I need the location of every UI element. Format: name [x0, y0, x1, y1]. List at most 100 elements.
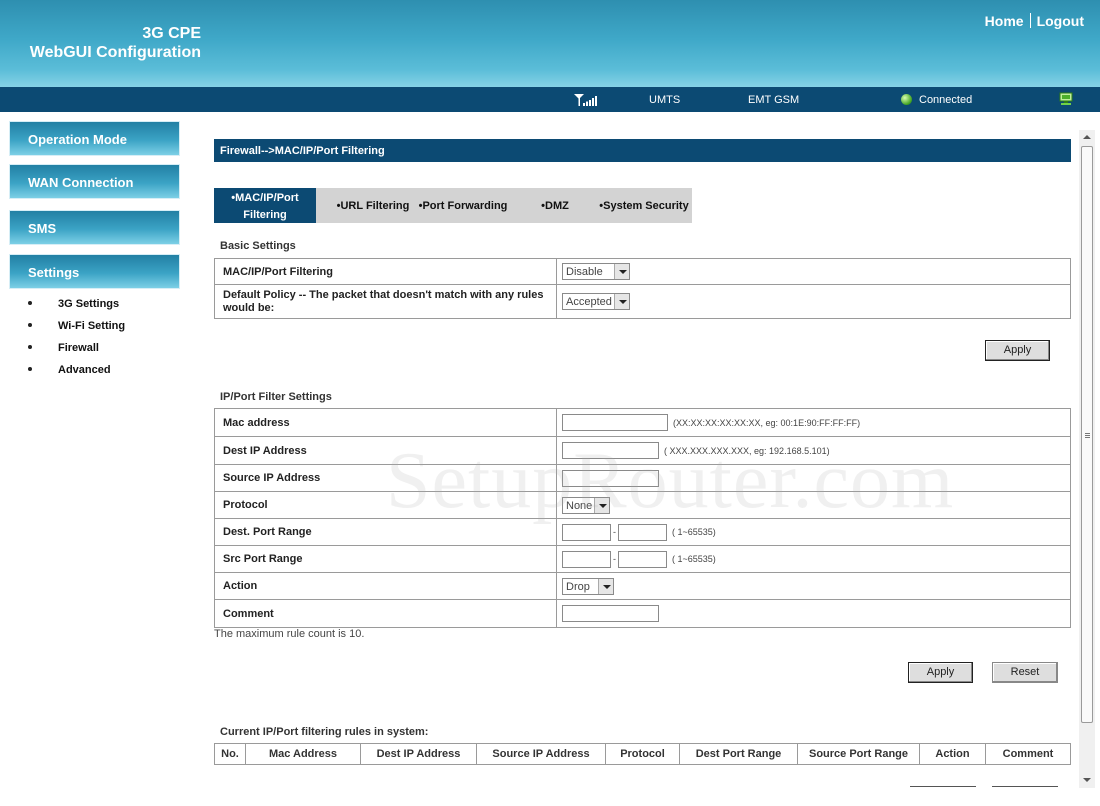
home-link[interactable]: Home: [985, 13, 1024, 29]
range-dash: -: [613, 554, 616, 564]
action-selected: Drop: [566, 580, 590, 593]
menu-sms[interactable]: SMS: [9, 210, 180, 245]
rules-table: No. Mac Address Dest IP Address Source I…: [214, 743, 1071, 765]
filter-reset-button[interactable]: Reset: [992, 662, 1058, 683]
protocol-select[interactable]: None: [562, 496, 610, 514]
form-value-cell: - ( 1~65535): [556, 545, 1071, 573]
tab-system-security[interactable]: •System Security: [598, 188, 690, 223]
action-label: Action: [214, 572, 557, 600]
dest-ip-label: Dest IP Address: [214, 436, 557, 465]
menu-wan-connection[interactable]: WAN Connection: [9, 164, 180, 199]
rules-table-title: Current IP/Port filtering rules in syste…: [220, 726, 429, 738]
filtering-select[interactable]: Disable: [562, 263, 630, 280]
form-row: Comment: [214, 599, 1071, 628]
column-header: Action: [919, 743, 986, 765]
tab-mac-ip-port-filtering[interactable]: •MAC/IP/Port Filtering: [214, 188, 316, 223]
form-row: Protocol None: [214, 491, 1071, 519]
default-policy-selected: Accepted: [566, 296, 612, 308]
submenu-label: Advanced: [58, 364, 111, 376]
filter-settings-title: IP/Port Filter Settings: [220, 391, 332, 403]
partial-button-edge: [910, 786, 976, 787]
logout-link[interactable]: Logout: [1037, 13, 1084, 29]
scroll-thumb[interactable]: [1081, 146, 1093, 723]
chevron-down-icon: [614, 264, 629, 279]
mac-address-hint: (XX:XX:XX:XX:XX:XX, eg: 00:1E:90:FF:FF:F…: [673, 417, 861, 428]
vertical-scrollbar[interactable]: [1079, 130, 1095, 788]
dest-port-to-input[interactable]: [618, 523, 667, 541]
source-ip-input[interactable]: [562, 469, 659, 487]
chevron-down-icon: [614, 294, 629, 309]
form-row: Dest IP Address ( XXX.XXX.XXX.XXX, eg: 1…: [214, 436, 1071, 465]
submenu-advanced[interactable]: Advanced: [28, 364, 125, 386]
mac-address-input[interactable]: [562, 414, 668, 431]
submenu-firewall[interactable]: Firewall: [28, 342, 125, 364]
default-policy-line1: Default Policy -- The packet that doesn'…: [223, 288, 544, 301]
src-port-hint: ( 1~65535): [672, 554, 716, 564]
grip-line: [1085, 437, 1090, 438]
operator-name: EMT GSM: [748, 94, 800, 106]
submenu-label: Wi-Fi Setting: [58, 320, 126, 332]
form-row: Source IP Address: [214, 464, 1071, 492]
brand-subtitle: WebGUI Configuration: [29, 44, 201, 61]
submenu-label: 3G Settings: [58, 298, 120, 310]
form-value-cell: [556, 464, 1071, 492]
tab-port-forwarding[interactable]: •Port Forwarding: [412, 188, 514, 223]
default-policy-select[interactable]: Accepted: [562, 293, 630, 310]
dest-ip-hint: ( XXX.XXX.XXX.XXX, eg: 192.168.5.101): [664, 445, 830, 456]
top-links: Home Logout: [985, 13, 1084, 29]
form-row: MAC/IP/Port Filtering Disable: [214, 258, 1071, 285]
menu-settings[interactable]: Settings: [9, 254, 180, 289]
form-value-cell: [556, 599, 1071, 628]
src-port-from-input[interactable]: [562, 550, 611, 568]
dest-port-from-input[interactable]: [562, 523, 611, 541]
column-header: No.: [214, 743, 246, 765]
column-header: Mac Address: [245, 743, 361, 765]
menu-operation-mode[interactable]: Operation Mode: [9, 121, 180, 156]
tab-label-line2: Filtering: [243, 209, 287, 221]
computer-icon: [1059, 92, 1073, 105]
comment-input[interactable]: [562, 605, 659, 622]
dest-ip-input[interactable]: [562, 442, 659, 459]
form-value-cell: - ( 1~65535): [556, 518, 1071, 546]
link-divider: [1029, 13, 1031, 28]
form-value-cell: None: [556, 491, 1071, 519]
brand-title: 3G CPE: [142, 25, 201, 42]
action-select[interactable]: Drop: [562, 577, 614, 595]
connection-status: Connected: [919, 94, 973, 106]
submenu-wifi-setting[interactable]: Wi-Fi Setting: [28, 320, 125, 342]
submenu-3g-settings[interactable]: 3G Settings: [28, 298, 125, 320]
mac-address-label: Mac address: [214, 408, 557, 437]
filter-settings-table: Mac address (XX:XX:XX:XX:XX:XX, eg: 00:1…: [214, 408, 1071, 628]
dest-port-label: Dest. Port Range: [214, 518, 557, 546]
form-value-cell: Disable: [556, 258, 1071, 285]
default-policy-line2: would be:: [223, 301, 275, 314]
max-rule-note: The maximum rule count is 10.: [214, 628, 365, 640]
src-port-to-input[interactable]: [618, 550, 667, 568]
breadcrumb: Firewall-->MAC/IP/Port Filtering: [214, 139, 1071, 162]
range-dash: -: [613, 527, 616, 537]
filter-apply-button[interactable]: Apply: [908, 662, 973, 683]
rules-header-row: No. Mac Address Dest IP Address Source I…: [214, 743, 1071, 765]
tab-dmz[interactable]: •DMZ: [530, 188, 580, 223]
bullet-icon: [28, 345, 32, 349]
column-header: Comment: [985, 743, 1071, 765]
settings-submenu: 3G Settings Wi-Fi Setting Firewall Advan…: [28, 298, 125, 386]
network-mode: UMTS: [649, 94, 681, 106]
column-header: Dest IP Address: [360, 743, 477, 765]
src-port-label: Src Port Range: [214, 545, 557, 573]
bullet-icon: [28, 367, 32, 371]
comment-label: Comment: [214, 599, 557, 628]
bullet-icon: [28, 301, 32, 305]
filtering-selected: Disable: [566, 266, 603, 278]
tab-bar: •MAC/IP/Port Filtering •URL Filtering •P…: [214, 188, 692, 223]
status-green-icon: [901, 94, 912, 105]
source-ip-label: Source IP Address: [214, 464, 557, 492]
tab-url-filtering[interactable]: •URL Filtering: [322, 188, 424, 223]
form-value-cell: Accepted: [556, 284, 1071, 319]
submenu-label: Firewall: [58, 342, 99, 354]
scroll-down-icon[interactable]: [1079, 773, 1095, 788]
basic-apply-button[interactable]: Apply: [985, 340, 1050, 361]
scroll-up-icon[interactable]: [1079, 130, 1095, 145]
grip-line: [1085, 435, 1090, 436]
partial-button-edge: [992, 786, 1058, 787]
